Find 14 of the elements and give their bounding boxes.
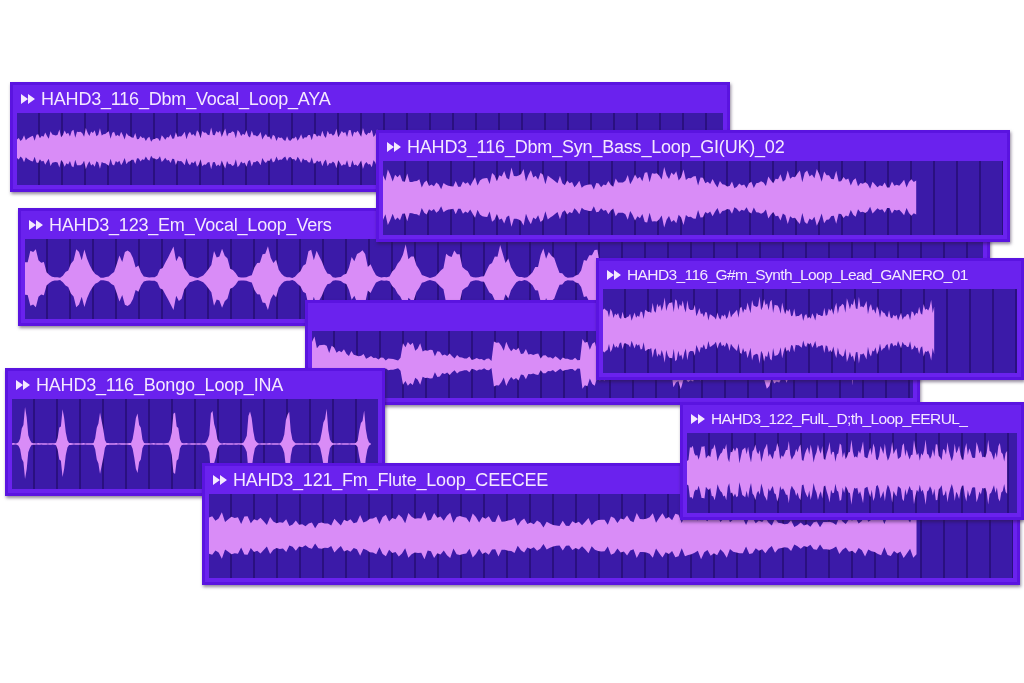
double-arrow-icon	[691, 414, 705, 424]
clip-title: HAHD3_116_Bongo_Loop_INA	[36, 374, 284, 396]
clip-title: HAHD3_116_G#m_Synth_Loop_Lead_GANERO_01	[627, 266, 968, 284]
clip-title: HAHD3_116_Dbm_Vocal_Loop_AYA	[41, 88, 331, 110]
double-arrow-icon	[16, 380, 30, 390]
double-arrow-icon	[29, 220, 43, 230]
double-arrow-icon	[213, 475, 227, 485]
clip-title: HAHD3_121_Fm_Flute_Loop_CEECEE	[233, 469, 549, 491]
clip-title: HAHD3_123_Em_Vocal_Loop_Vers	[49, 214, 332, 236]
double-arrow-icon	[21, 94, 35, 104]
clip-title: HAHD3_116_Dbm_Syn_Bass_Loop_GI(UK)_02	[407, 136, 785, 158]
double-arrow-icon	[387, 142, 401, 152]
clip-title: HAHD3_122_FulL_D;th_Loop_EERUL_	[711, 410, 968, 428]
double-arrow-icon	[607, 270, 621, 280]
